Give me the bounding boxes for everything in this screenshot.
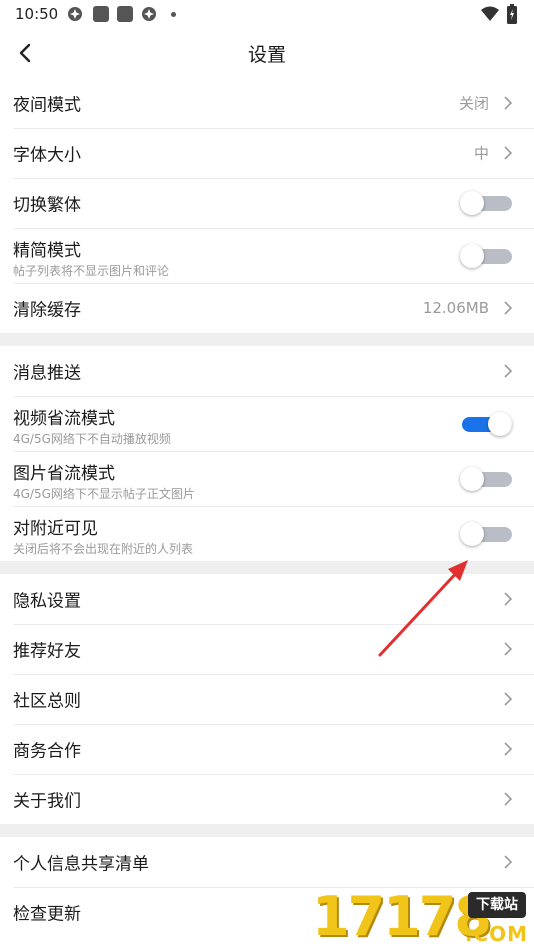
chevron-right-icon <box>504 742 513 756</box>
chevron-right-icon <box>504 642 513 656</box>
nearby-visible-row: 对附近可见 关闭后将不会出现在附近的人列表 <box>0 506 534 561</box>
app-square-icon <box>117 6 133 22</box>
image-saver-description: 4G/5G网络下不显示帖子正文图片 <box>13 487 195 501</box>
video-saver-row: 视频省流模式 4G/5G网络下不自动播放视频 <box>0 396 534 451</box>
nearby-visible-label: 对附近可见 <box>13 519 98 539</box>
font-size-label: 字体大小 <box>13 145 81 166</box>
image-saver-row: 图片省流模式 4G/5G网络下不显示帖子正文图片 <box>0 451 534 506</box>
wifi-icon <box>481 6 499 21</box>
video-saver-label: 视频省流模式 <box>13 409 115 429</box>
status-bar: 10:50 <box>0 0 534 28</box>
app-notification-icon <box>142 7 156 21</box>
watermark-badge: 下载站 <box>468 892 526 918</box>
lite-mode-description: 帖子列表将不显示图片和评论 <box>13 264 170 278</box>
push-notification-row[interactable]: 消息推送 <box>0 346 534 396</box>
clear-cache-label: 清除缓存 <box>13 300 81 321</box>
more-dot-icon <box>171 12 176 17</box>
image-saver-toggle[interactable] <box>460 466 514 492</box>
battery-charging-icon <box>507 4 517 24</box>
chevron-right-icon <box>504 364 513 378</box>
community-rules-row[interactable]: 社区总则 <box>0 674 534 724</box>
recommend-friends-label: 推荐好友 <box>13 641 81 662</box>
video-saver-toggle[interactable] <box>460 411 514 437</box>
app-square-icon <box>93 6 109 22</box>
watermark-logo: 17178 下载站 .COM <box>308 884 534 950</box>
nearby-visible-toggle[interactable] <box>460 521 514 547</box>
chevron-right-icon <box>504 855 513 869</box>
check-update-label: 检查更新 <box>13 904 81 925</box>
business-cooperation-row[interactable]: 商务合作 <box>0 724 534 774</box>
about-us-label: 关于我们 <box>13 791 81 812</box>
clear-cache-row[interactable]: 清除缓存 12.06MB <box>0 283 534 333</box>
status-right-icons <box>481 4 521 24</box>
lite-mode-row: 精简模式 帖子列表将不显示图片和评论 <box>0 228 534 283</box>
community-rules-label: 社区总则 <box>13 691 81 712</box>
chevron-right-icon <box>504 301 513 315</box>
push-notification-label: 消息推送 <box>13 363 81 384</box>
traditional-chinese-toggle[interactable] <box>460 190 514 216</box>
status-time: 10:50 <box>15 5 59 23</box>
night-mode-label: 夜间模式 <box>13 95 81 116</box>
recommend-friends-row[interactable]: 推荐好友 <box>0 624 534 674</box>
font-size-value: 中 <box>473 144 489 163</box>
lite-mode-toggle[interactable] <box>460 243 514 269</box>
app-bar: 设置 <box>0 28 534 78</box>
font-size-row[interactable]: 字体大小 中 <box>0 128 534 178</box>
business-cooperation-label: 商务合作 <box>13 741 81 762</box>
privacy-settings-label: 隐私设置 <box>13 591 81 612</box>
chevron-right-icon <box>504 146 513 160</box>
cache-size-value: 12.06MB <box>422 299 489 317</box>
about-us-row[interactable]: 关于我们 <box>0 774 534 824</box>
traditional-chinese-row: 切换繁体 <box>0 178 534 228</box>
nearby-visible-description: 关闭后将不会出现在附近的人列表 <box>13 542 194 556</box>
night-mode-row[interactable]: 夜间模式 关闭 <box>0 78 534 128</box>
lite-mode-label: 精简模式 <box>13 241 81 261</box>
traditional-chinese-label: 切换繁体 <box>13 195 81 216</box>
video-saver-description: 4G/5G网络下不自动播放视频 <box>13 432 171 446</box>
page-title: 设置 <box>247 44 286 66</box>
settings-list: 夜间模式 关闭 字体大小 中 切换繁体 精简模式 帖子列表将不显示图片和评论 清… <box>0 78 534 937</box>
chevron-right-icon <box>504 96 513 110</box>
chevron-right-icon <box>504 792 513 806</box>
watermark-domain: .COM <box>464 922 528 946</box>
watermark-digits: 17178 <box>312 885 492 948</box>
app-notification-icon <box>68 7 82 21</box>
info-share-list-label: 个人信息共享清单 <box>13 854 149 875</box>
section-divider <box>0 561 534 574</box>
chevron-right-icon <box>504 592 513 606</box>
night-mode-value: 关闭 <box>458 94 489 113</box>
section-divider <box>0 824 534 837</box>
image-saver-label: 图片省流模式 <box>13 464 115 484</box>
privacy-settings-row[interactable]: 隐私设置 <box>0 574 534 624</box>
info-share-list-row[interactable]: 个人信息共享清单 <box>0 837 534 887</box>
section-divider <box>0 333 534 346</box>
chevron-right-icon <box>504 692 513 706</box>
